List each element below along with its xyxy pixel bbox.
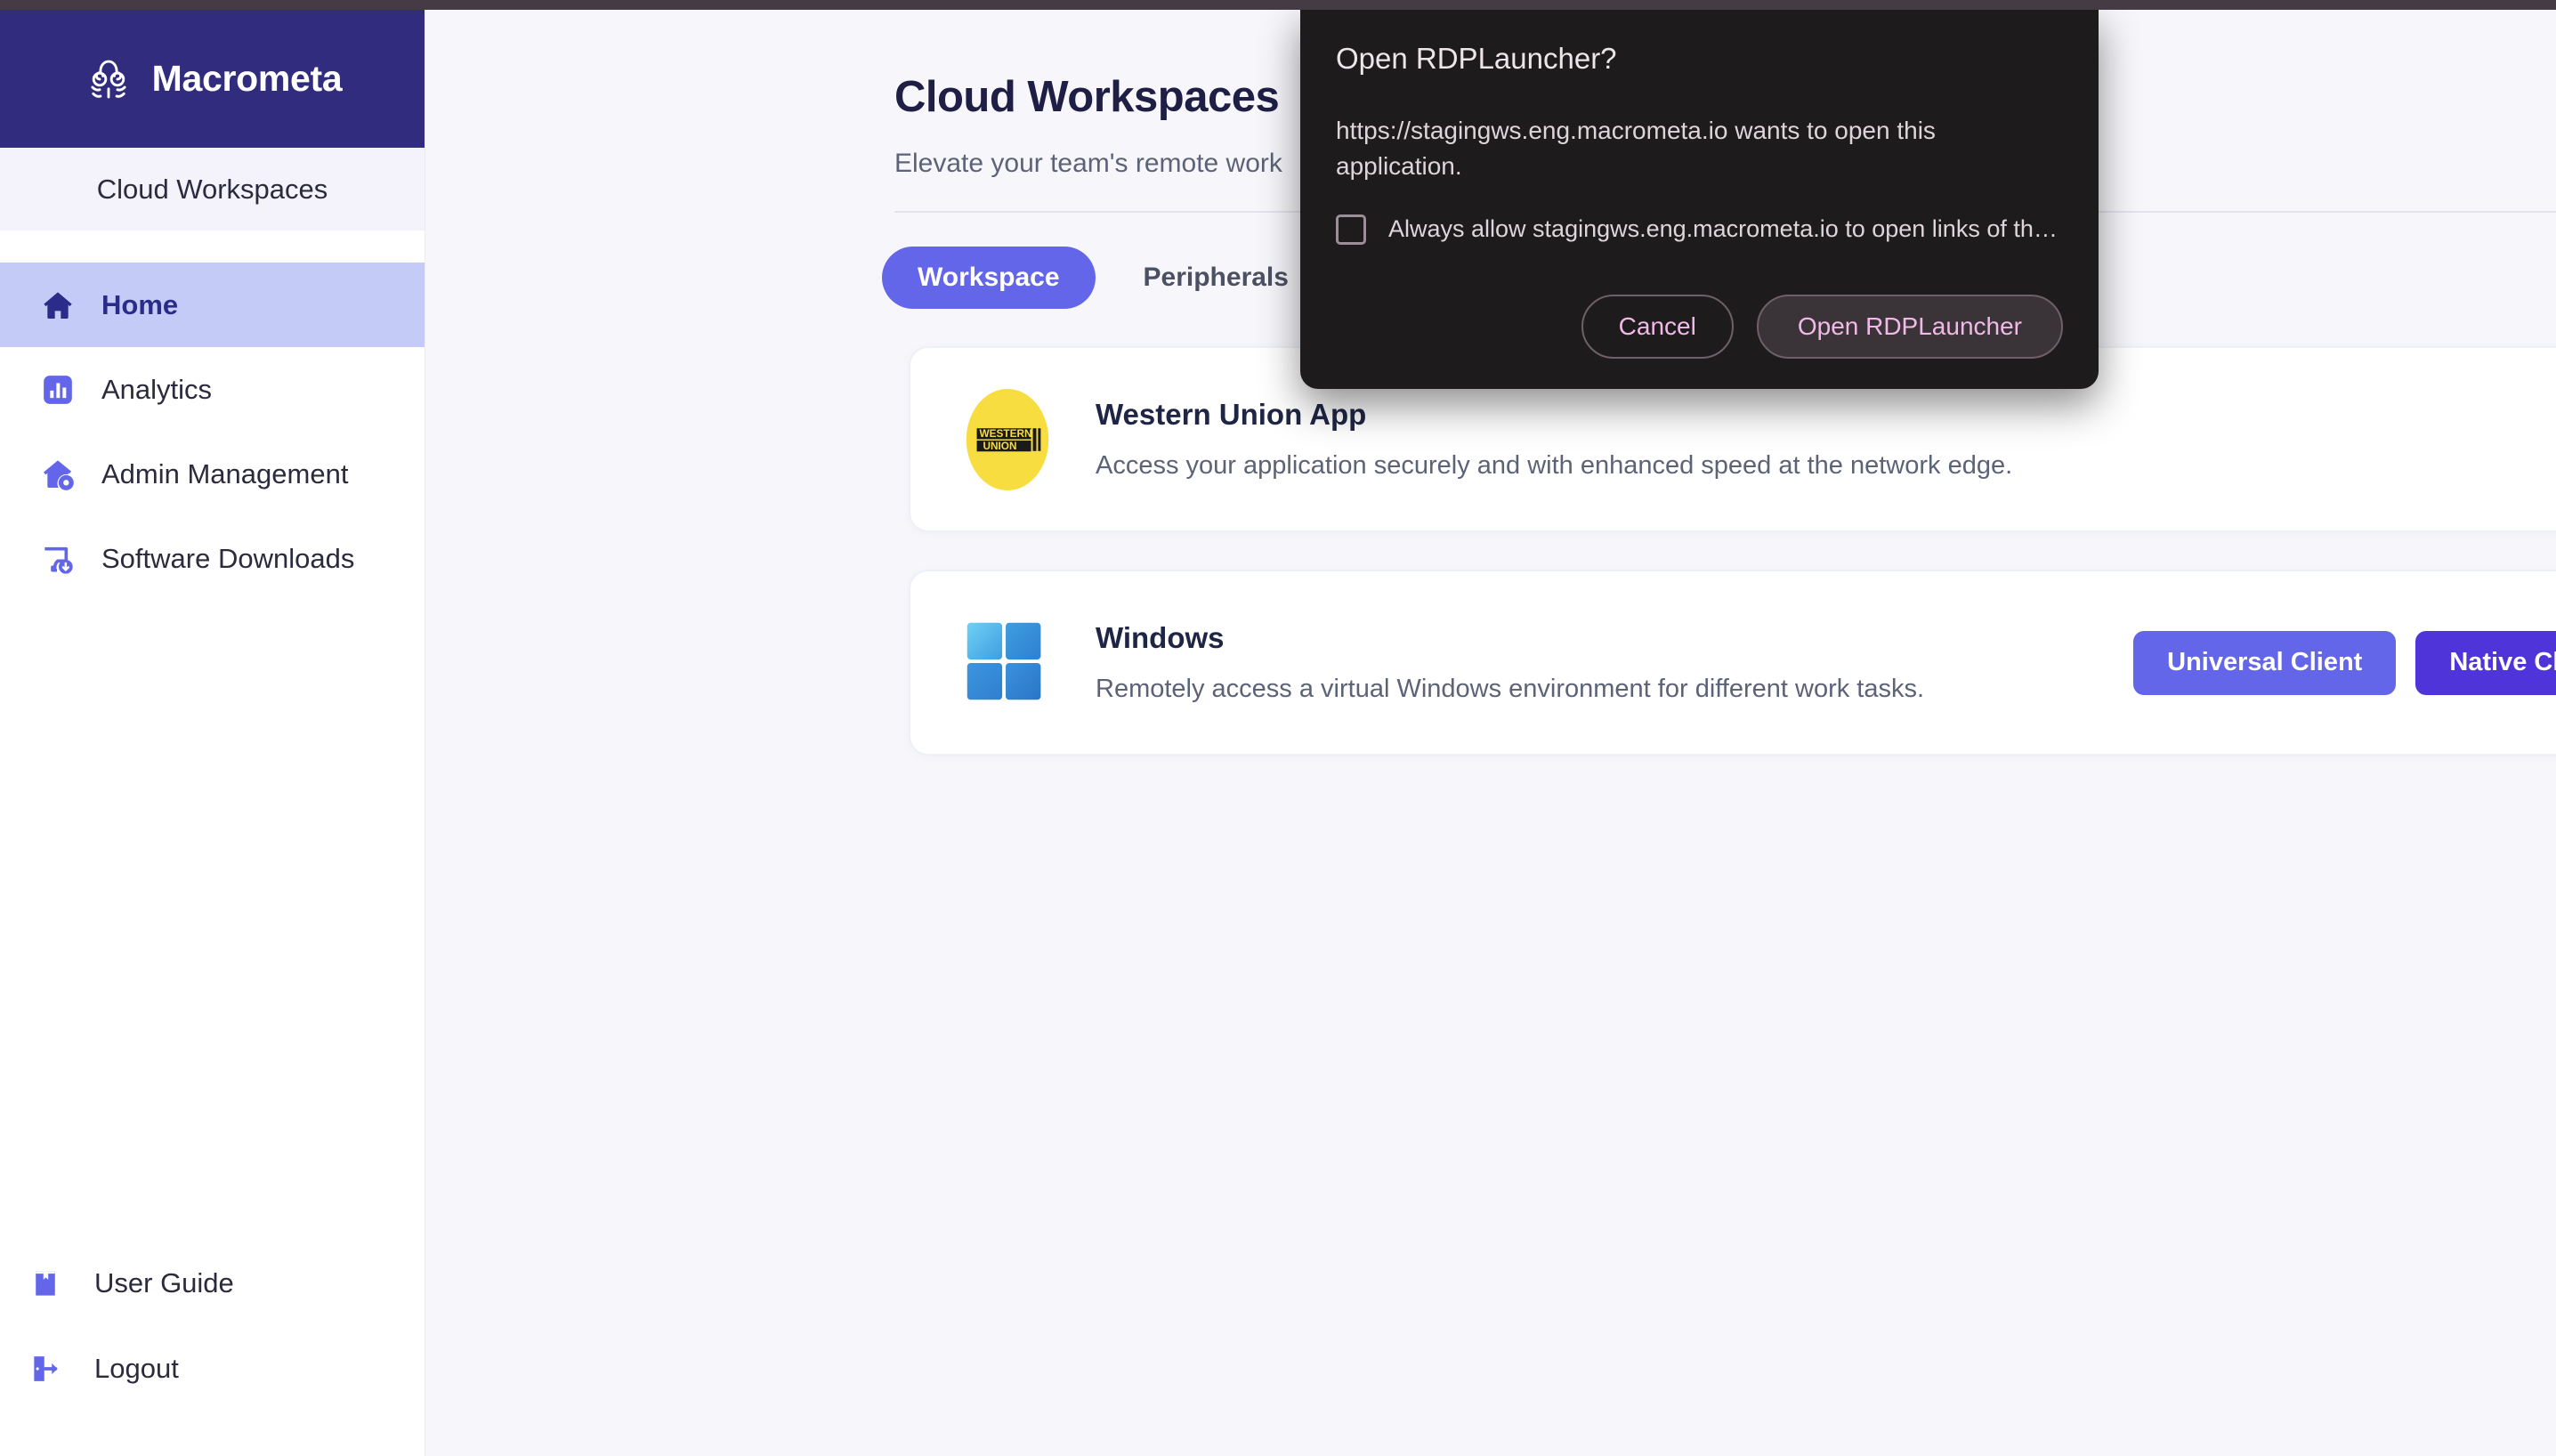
logout-icon	[27, 1350, 64, 1387]
home-icon	[39, 287, 77, 324]
brand-header[interactable]: Macrometa	[0, 10, 425, 148]
dialog-message: https://stagingws.eng.macrometa.io wants…	[1336, 117, 1936, 180]
sidebar-item-label: Logout	[94, 1353, 179, 1384]
dialog-title: Open RDPLauncher?	[1336, 42, 1617, 75]
open-rdplauncher-button[interactable]: Open RDPLauncher	[1756, 294, 2063, 359]
workspace-card-list: WESTERN UNION Western Union App Access y…	[909, 346, 2556, 756]
sidebar-item-user-guide[interactable]: User Guide	[0, 1241, 425, 1326]
sidebar-bottom-nav: User Guide Logout	[0, 1241, 425, 1456]
browser-chrome-strip	[0, 0, 2556, 10]
sidebar: Macrometa Cloud Workspaces Home Analytic…	[0, 10, 425, 1456]
card-title: Windows	[1096, 621, 1225, 654]
native-client-button[interactable]: Native Client	[2415, 630, 2556, 695]
monitor-download-icon	[39, 540, 77, 578]
universal-client-button[interactable]: Universal Client	[2133, 630, 2397, 695]
sidebar-item-label: Software Downloads	[101, 542, 355, 574]
open-app-permission-dialog: Open RDPLauncher? https://stagingws.eng.…	[1300, 10, 2099, 389]
dialog-checkbox-row: Always allow stagingws.eng.macrometa.io …	[1336, 214, 2063, 245]
sidebar-workspace-label: Cloud Workspaces	[0, 148, 425, 231]
windows-logo	[953, 609, 1062, 717]
always-allow-label: Always allow stagingws.eng.macrometa.io …	[1388, 215, 2058, 242]
sidebar-item-home[interactable]: Home	[0, 263, 425, 347]
sidebar-item-label: Admin Management	[101, 457, 349, 489]
app-shell: Macrometa Cloud Workspaces Home Analytic…	[0, 10, 2556, 1456]
tab-peripherals[interactable]: Peripherals	[1108, 247, 1324, 309]
svg-text:WESTERN: WESTERN	[980, 427, 1032, 440]
western-union-logo: WESTERN UNION	[953, 385, 1062, 494]
house-gear-icon	[39, 456, 77, 493]
card-text: Windows Remotely access a virtual Window…	[1062, 621, 2133, 704]
tab-workspace[interactable]: Workspace	[882, 247, 1096, 309]
workspace-card: Windows Remotely access a virtual Window…	[909, 570, 2556, 756]
card-description: Access your application securely and wit…	[1096, 451, 2013, 480]
cancel-button[interactable]: Cancel	[1581, 294, 1734, 359]
svg-text:UNION: UNION	[983, 439, 1016, 451]
brand-name: Macrometa	[151, 58, 343, 99]
book-icon	[27, 1265, 64, 1302]
sidebar-item-label: User Guide	[94, 1267, 234, 1298]
sidebar-item-label: Analytics	[101, 373, 213, 405]
sidebar-item-label: Home	[101, 288, 179, 320]
sidebar-item-analytics[interactable]: Analytics	[0, 347, 425, 432]
sidebar-item-admin-management[interactable]: Admin Management	[0, 432, 425, 516]
octopus-icon	[83, 53, 134, 105]
card-description: Remotely access a virtual Windows enviro…	[1096, 675, 1925, 703]
dialog-actions: Cancel Open RDPLauncher	[1336, 294, 2063, 359]
always-allow-checkbox[interactable]	[1336, 214, 1366, 245]
card-text: Western Union App Access your applicatio…	[1062, 398, 2556, 481]
main-content: Cloud Workspaces Elevate your team's rem…	[425, 10, 2556, 1456]
bar-chart-icon	[39, 371, 77, 408]
sidebar-item-logout[interactable]: Logout	[0, 1326, 425, 1412]
sidebar-nav: Home Analytics Admin Management Software…	[0, 263, 425, 601]
sidebar-item-software-downloads[interactable]: Software Downloads	[0, 516, 425, 601]
card-title: Western Union App	[1096, 398, 1367, 431]
card-actions: Universal Client Native Client Reboot	[2133, 630, 2556, 695]
